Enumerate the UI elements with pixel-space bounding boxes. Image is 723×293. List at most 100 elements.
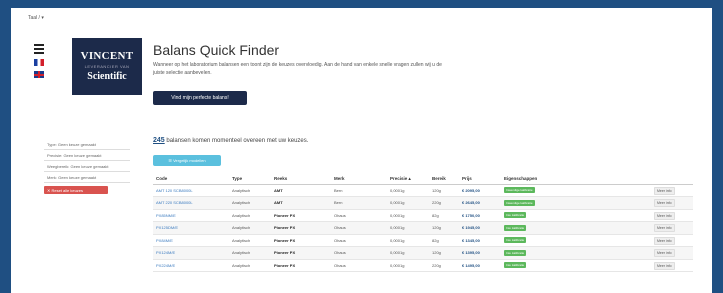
table-row[interactable]: PX125DM/E Analytisch Pioneer PX Ohaus 0,0001… xyxy=(153,221,693,235)
results-table: Code Type Reeks Merk Precisie ▴ Bereik P… xyxy=(153,174,693,272)
cell-code[interactable]: PX124M/E xyxy=(153,246,229,260)
col-precision[interactable]: Precisie ▴ xyxy=(387,174,429,185)
cell-price: € 2095,00 xyxy=(459,184,501,197)
cell-actions[interactable]: Meer info xyxy=(651,221,693,235)
feature-badge: Inw. kalibratie xyxy=(504,237,527,244)
filter-panel: Type: Geen keuze gemaakt Precisie: Geen … xyxy=(44,140,130,194)
page-title: Balans Quick Finder xyxy=(153,42,280,58)
feature-badge: Inwendige kalibratie xyxy=(504,199,535,206)
cell-features: Inwendige kalibratie xyxy=(501,184,651,197)
cell-range: 82g xyxy=(429,209,459,222)
find-balance-button[interactable]: Vind mijn perfecte balans! xyxy=(153,91,247,105)
cell-code[interactable]: AMT 220 SCB8000L xyxy=(153,196,229,210)
more-info-button[interactable]: Meer info xyxy=(654,236,675,245)
cell-price: € 1750,00 xyxy=(459,209,501,222)
col-features: Eigenschappen xyxy=(501,174,651,185)
cell-features: Inw. kalibratie xyxy=(501,221,651,235)
language-label[interactable]: Taal / ▾ xyxy=(28,15,44,21)
cell-actions[interactable]: Meer info xyxy=(651,259,693,272)
cell-precision: 0,0001g xyxy=(387,234,429,247)
logo[interactable]: VINCENT LEVERANCIER VAN Scientific xyxy=(72,38,142,95)
cell-code[interactable]: PX224M/E xyxy=(153,259,229,272)
cell-type: Analytisch xyxy=(229,246,271,260)
cell-brand: Ohaus xyxy=(331,246,387,260)
feature-badge: Inwendige kalibratie xyxy=(504,187,535,194)
reset-filters-button[interactable]: ✕ Reset alle keuzes xyxy=(44,186,108,194)
table-row[interactable]: PX224M/E Analytisch Pioneer PX Ohaus 0,0001g… xyxy=(153,259,693,272)
feature-badge: Inw. kalibratie xyxy=(504,262,527,269)
cell-features: Inw. kalibratie xyxy=(501,234,651,247)
compare-models-button[interactable]: ☰ Vergelijk modellen xyxy=(153,155,221,166)
table-header-row: Code Type Reeks Merk Precisie ▴ Bereik P… xyxy=(153,174,693,185)
cell-brand: Ohaus xyxy=(331,234,387,247)
cell-series: AMT xyxy=(271,184,331,197)
col-actions xyxy=(651,174,693,185)
cell-range: 120g xyxy=(429,246,459,260)
cell-precision: 0,0001g xyxy=(387,259,429,272)
more-info-button[interactable]: Meer info xyxy=(654,224,675,233)
menu-icon[interactable] xyxy=(34,44,44,56)
filter-range[interactable]: Weegbereik: Geen keuze gemaakt xyxy=(44,162,130,172)
cell-series: AMT xyxy=(271,196,331,210)
col-series[interactable]: Reeks xyxy=(271,174,331,185)
cell-brand: Ohaus xyxy=(331,259,387,272)
cell-type: Analytisch xyxy=(229,259,271,272)
feature-badge: Inw. kalibratie xyxy=(504,212,527,219)
col-code[interactable]: Code xyxy=(153,174,229,185)
feature-badge: Inw. kalibratie xyxy=(504,224,527,231)
cell-precision: 0,0001g xyxy=(387,209,429,222)
cell-range: 120g xyxy=(429,221,459,235)
more-info-button[interactable]: Meer info xyxy=(654,211,675,220)
table-row[interactable]: AMT 120 SCB8000L Analytisch AMT Bern 0,0001g… xyxy=(153,184,693,197)
feature-badge: Inw. kalibratie xyxy=(504,249,527,256)
cell-range: 120g xyxy=(429,184,459,197)
filter-type[interactable]: Type: Geen keuze gemaakt xyxy=(44,140,130,150)
cell-price: € 1345,00 xyxy=(459,234,501,247)
cell-brand: Ohaus xyxy=(331,221,387,235)
cell-actions[interactable]: Meer info xyxy=(651,209,693,222)
cell-brand: Bern xyxy=(331,184,387,197)
cell-actions[interactable]: Meer info xyxy=(651,184,693,197)
cell-code[interactable]: PX84M/E xyxy=(153,234,229,247)
more-info-button[interactable]: Meer info xyxy=(654,186,675,195)
cell-series: Pioneer PX xyxy=(271,259,331,272)
cell-features: Inw. kalibratie xyxy=(501,259,651,272)
cell-series: Pioneer PX xyxy=(271,209,331,222)
cell-precision: 0,0001g xyxy=(387,196,429,210)
cell-actions[interactable]: Meer info xyxy=(651,246,693,260)
col-type[interactable]: Type xyxy=(229,174,271,185)
cell-code[interactable]: PX125DM/E xyxy=(153,221,229,235)
cell-price: € 1945,00 xyxy=(459,221,501,235)
cell-type: Analytisch xyxy=(229,234,271,247)
col-brand[interactable]: Merk xyxy=(331,174,387,185)
cell-price: € 2645,00 xyxy=(459,196,501,210)
table-row[interactable]: PX84M/E Analytisch Pioneer PX Ohaus 0,0001g 8… xyxy=(153,234,693,247)
table-row[interactable]: AMT 220 SCB8000L Analytisch AMT Bern 0,0001g… xyxy=(153,196,693,210)
cell-features: Inw. kalibratie xyxy=(501,246,651,260)
cell-actions[interactable]: Meer info xyxy=(651,234,693,247)
col-price[interactable]: Prijs xyxy=(459,174,501,185)
filter-precision[interactable]: Precisie: Geen keuze gemaakt xyxy=(44,151,130,161)
cell-code[interactable]: PX85NM/E xyxy=(153,209,229,222)
results-count: 245 balansen komen momenteel overeen met… xyxy=(153,137,308,144)
cell-features: Inw. kalibratie xyxy=(501,209,651,222)
table-row[interactable]: PX85NM/E Analytisch Pioneer PX Ohaus 0,0001g… xyxy=(153,209,693,222)
more-info-button[interactable]: Meer info xyxy=(654,199,675,208)
cell-actions[interactable]: Meer info xyxy=(651,196,693,210)
cell-series: Pioneer PX xyxy=(271,221,331,235)
more-info-button[interactable]: Meer info xyxy=(654,249,675,258)
col-range[interactable]: Bereik xyxy=(429,174,459,185)
flag-gb-icon[interactable] xyxy=(34,71,44,78)
cell-code[interactable]: AMT 120 SCB8000L xyxy=(153,184,229,197)
cell-brand: Ohaus xyxy=(331,209,387,222)
cell-range: 82g xyxy=(429,234,459,247)
intro-text: Wanneer op het laboratorium balansen een… xyxy=(153,62,442,76)
table-row[interactable]: PX124M/E Analytisch Pioneer PX Ohaus 0,0001g… xyxy=(153,246,693,260)
cell-range: 220g xyxy=(429,259,459,272)
cell-features: Inwendige kalibratie xyxy=(501,196,651,210)
logo-line-1: VINCENT xyxy=(80,50,134,62)
flag-fr-icon[interactable] xyxy=(34,59,44,66)
filter-brand[interactable]: Merk: Geen keuze gemaakt xyxy=(44,173,130,183)
more-info-button[interactable]: Meer info xyxy=(654,261,675,270)
logo-line-3: Scientific xyxy=(87,71,127,82)
